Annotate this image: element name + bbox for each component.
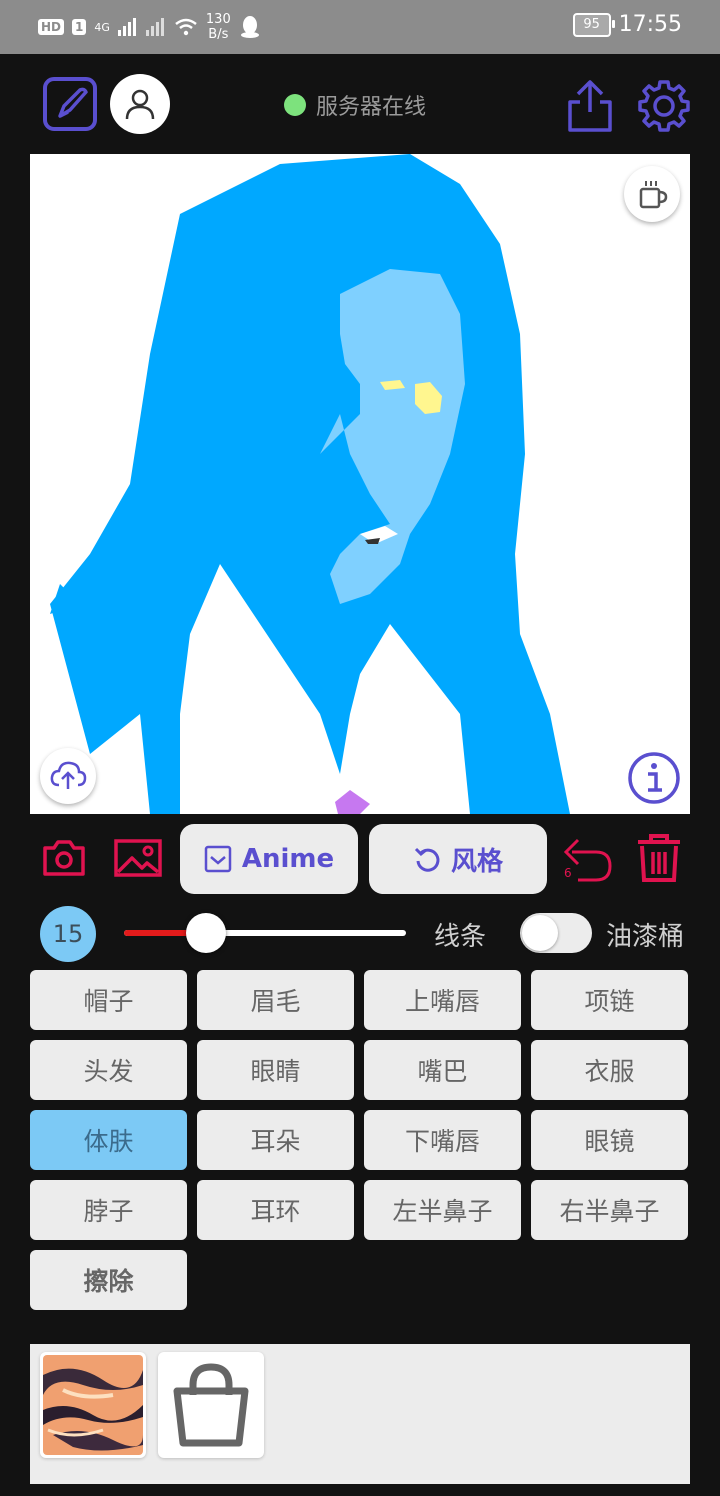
bucket-toggle[interactable] (520, 913, 592, 953)
label-earrings[interactable]: 耳环 (197, 1180, 354, 1240)
upload-button[interactable] (40, 748, 96, 804)
delete-button[interactable] (634, 832, 684, 888)
speed-value: 130 (205, 12, 231, 27)
label-grid: 帽子 眉毛 上嘴唇 项链 头发 眼睛 嘴巴 衣服 体肤 耳朵 下嘴唇 眼镜 脖子… (30, 970, 690, 1310)
avatar[interactable] (110, 74, 170, 134)
segmentation-drawing (50, 154, 570, 814)
anime-button[interactable]: Anime (180, 824, 358, 894)
status-left: HD 1 4G 130 B/s (38, 10, 261, 44)
info-button[interactable] (626, 750, 682, 810)
label-eyes[interactable]: 眼睛 (197, 1040, 354, 1100)
clock: 17:55 (618, 12, 682, 37)
image-icon (114, 839, 162, 877)
brush-row: 15 线条 油漆桶 (0, 900, 720, 970)
status-bar: HD 1 4G 130 B/s 95 17:55 (0, 0, 720, 54)
user-icon (125, 89, 155, 120)
toggle-knob (522, 915, 558, 951)
net-speed: 130 B/s (206, 12, 231, 42)
network-type: 4G (94, 20, 110, 34)
style-thumbnail[interactable] (40, 1352, 146, 1458)
settings-button[interactable] (636, 78, 692, 138)
label-upper-lip[interactable]: 上嘴唇 (364, 970, 521, 1030)
signal-icon (117, 18, 136, 36)
status-right: 95 17:55 (572, 12, 682, 37)
gallery-button[interactable] (114, 838, 162, 882)
edit-button[interactable] (42, 76, 98, 136)
wifi-icon (175, 18, 197, 36)
gear-icon (638, 80, 690, 132)
label-hat[interactable]: 帽子 (30, 970, 187, 1030)
share-button[interactable] (564, 78, 616, 138)
label-right-nose[interactable]: 右半鼻子 (531, 1180, 688, 1240)
battery-icon: 95 (572, 12, 615, 37)
checkbox-icon (204, 845, 232, 873)
qq-icon (240, 16, 259, 38)
undo-count: 6 (564, 866, 572, 880)
hd-badge: HD (38, 19, 65, 35)
label-clothes[interactable]: 衣服 (531, 1040, 688, 1100)
camera-icon (43, 840, 85, 876)
label-hair[interactable]: 头发 (30, 1040, 187, 1100)
anime-label: Anime (241, 844, 335, 874)
info-icon (628, 752, 680, 804)
style-preview-image (43, 1355, 143, 1455)
cloud-upload-icon (50, 761, 87, 789)
undo-button[interactable]: 6 (562, 836, 614, 888)
label-necklace[interactable]: 项链 (531, 970, 688, 1030)
style-label: 风格 (450, 846, 503, 877)
share-icon (568, 80, 612, 132)
label-left-nose[interactable]: 左半鼻子 (364, 1180, 521, 1240)
label-eyebrow[interactable]: 眉毛 (197, 970, 354, 1030)
status-dot (284, 94, 306, 116)
trash-icon (638, 834, 680, 882)
drawing-canvas[interactable] (30, 154, 690, 814)
label-glasses[interactable]: 眼镜 (531, 1110, 688, 1170)
label-skin[interactable]: 体肤 (30, 1110, 187, 1170)
brush-size-badge: 15 (40, 906, 96, 962)
shop-button[interactable] (158, 1352, 264, 1458)
edit-brush-icon (43, 77, 97, 131)
label-lower-lip[interactable]: 下嘴唇 (364, 1110, 521, 1170)
label-erase[interactable]: 擦除 (30, 1250, 187, 1310)
refresh-icon (414, 847, 440, 872)
battery-level: 95 (583, 17, 600, 32)
tool-row: Anime 风格 6 (0, 822, 720, 896)
server-status: 服务器在线 (284, 92, 427, 120)
shopping-bag-icon (173, 1363, 249, 1447)
label-mouth[interactable]: 嘴巴 (364, 1040, 521, 1100)
slider-thumb[interactable] (186, 913, 226, 953)
server-status-text: 服务器在线 (316, 95, 427, 120)
brush-size-slider[interactable] (124, 913, 406, 953)
camera-button[interactable] (42, 838, 86, 882)
style-tray (30, 1344, 690, 1484)
style-button[interactable]: 风格 (369, 824, 547, 894)
label-neck[interactable]: 脖子 (30, 1180, 187, 1240)
signal-2-icon (145, 18, 164, 36)
sim-badge: 1 (72, 19, 87, 35)
speed-unit: B/s (208, 27, 229, 42)
coffee-icon (639, 181, 668, 209)
coffee-button[interactable] (624, 166, 680, 222)
label-ears[interactable]: 耳朵 (197, 1110, 354, 1170)
line-label: 线条 (434, 922, 487, 952)
bucket-label: 油漆桶 (606, 922, 685, 952)
